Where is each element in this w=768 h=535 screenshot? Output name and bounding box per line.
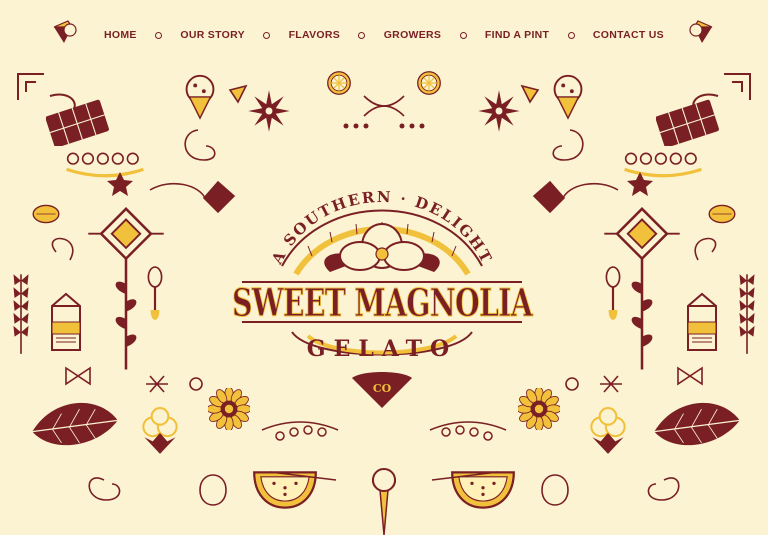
logo-product-name: GELATO (307, 336, 457, 362)
logo-text-layer: A SOUTHERN · DELIGHT SWEET MAGNOLIA GELA… (232, 188, 535, 395)
logo-brand-name: SWEET MAGNOLIA (232, 280, 533, 325)
logo-suffix: CO (373, 382, 392, 395)
logo-tagline: A SOUTHERN · DELIGHT (267, 188, 496, 268)
logo-tagline-text: A SOUTHERN · DELIGHT (267, 188, 494, 268)
sweet-magnolia-logo[interactable]: A SOUTHERN · DELIGHT SWEET MAGNOLIA GELA… (212, 186, 552, 426)
